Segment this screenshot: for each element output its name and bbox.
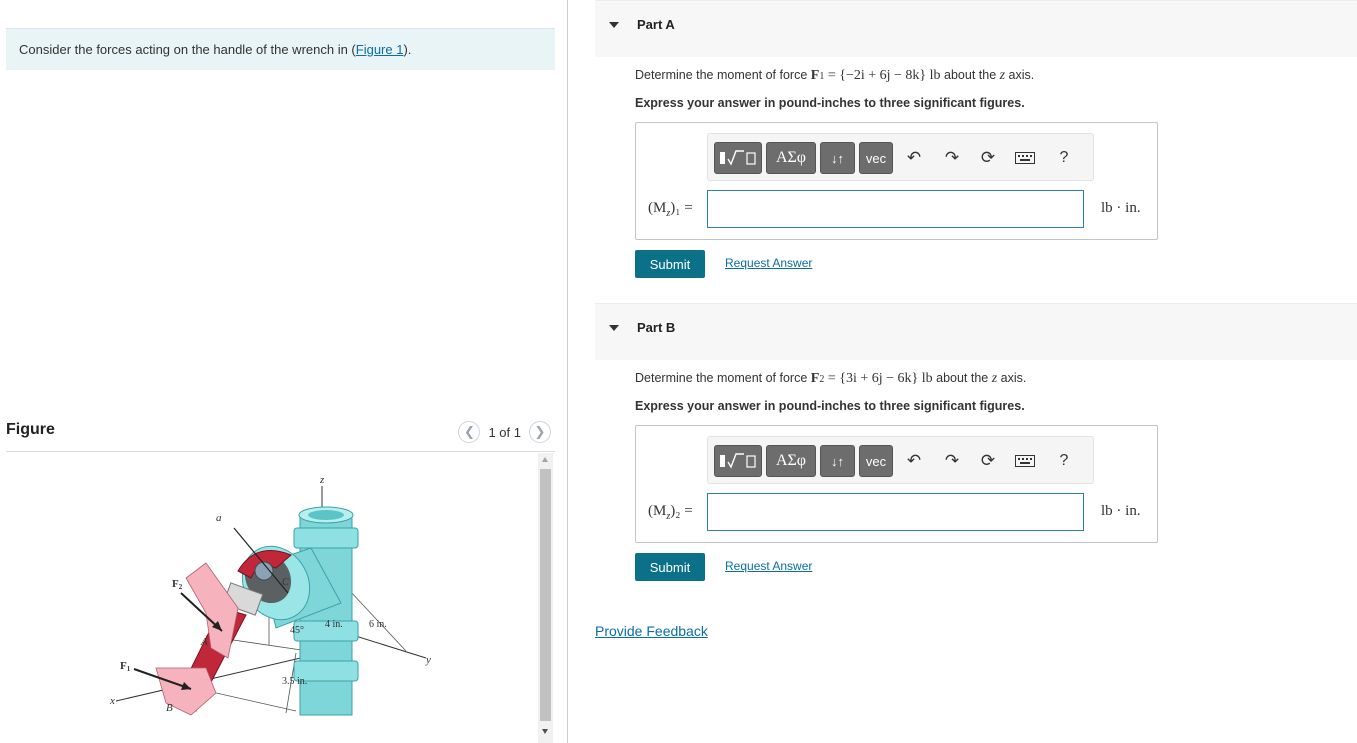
greek-button[interactable]: ΑΣφ [766,445,816,477]
scroll-thumb[interactable] [540,469,551,721]
label-angle: 45° [290,625,304,636]
problem-intro: Consider the forces acting on the handle… [6,28,555,70]
label-A: A [200,636,208,648]
figure-link[interactable]: Figure 1 [356,42,404,57]
part-b-request-answer-link[interactable]: Request Answer [725,559,812,573]
lower-hand [155,667,217,716]
arrows-button[interactable]: ↓↑ [820,142,855,174]
part-b-answer-box: ΑΣφ ↓↑ vec ↶ ↷ ⟳ ? (Mz)₂ = lb · in. [635,425,1158,543]
label-a: a [216,512,222,524]
caret-down-icon[interactable] [609,325,619,331]
part-b-submit-button[interactable]: Submit [635,553,705,581]
label-C: C [282,577,289,588]
fraction-radical-icon[interactable] [714,445,762,477]
pager-text: 1 of 1 [488,424,521,440]
label-35in: 3.5 in. [282,676,307,687]
part-a-unit: lb · in. [1101,200,1141,216]
reset-icon[interactable]: ⟳ [976,449,1000,473]
figure-scrollbar[interactable] [538,453,553,743]
part-b-answer-label: (Mz)₂ = [648,503,693,522]
keyboard-icon[interactable] [1012,146,1038,170]
label-f1: F1 [120,660,131,673]
part-b-title: Part B [637,320,676,335]
label-B: B [166,702,173,714]
part-a-answer-input[interactable] [707,190,1084,228]
part-a-math-toolbar: ΑΣφ ↓↑ vec ↶ ↷ ⟳ ? [707,133,1094,181]
fraction-radical-icon[interactable] [714,142,762,174]
left-pane: Consider the forces acting on the handle… [0,0,568,743]
arrows-button[interactable]: ↓↑ [820,445,855,477]
part-b-math-toolbar: ΑΣφ ↓↑ vec ↶ ↷ ⟳ ? [707,436,1094,484]
figure-header: Figure ❮ 1 of 1 ❯ [6,418,555,452]
label-y: y [425,654,431,666]
greek-button[interactable]: ΑΣφ [766,142,816,174]
provide-feedback-link[interactable]: Provide Feedback [595,623,708,639]
part-b-answer-input[interactable] [707,493,1084,531]
part-b-header[interactable]: Part B [595,303,1357,360]
help-icon[interactable]: ? [1052,146,1076,170]
scroll-down-icon[interactable] [542,729,548,734]
vec-button[interactable]: vec [859,142,893,174]
keyboard-icon[interactable] [1012,449,1038,473]
vec-button[interactable]: vec [859,445,893,477]
label-x: x [109,695,115,707]
intro-text: Consider the forces acting on the handle… [19,42,356,57]
caret-down-icon[interactable] [609,22,619,28]
label-4in: 4 in. [325,619,343,630]
wrench-figure: z a F2 F1 x y A B C 45° 4 in. 6 in. 3.5 … [6,453,536,743]
part-a-header[interactable]: Part A [595,0,1357,57]
part-a-answer-box: ΑΣφ ↓↑ vec ↶ ↷ ⟳ ? (Mz)₁ = lb · in. [635,122,1158,240]
label-z: z [319,474,325,486]
part-b-unit: lb · in. [1101,503,1141,519]
part-a-title: Part A [637,17,675,32]
part-a-answer-label: (Mz)₁ = [648,200,693,219]
upper-hand [185,562,239,659]
figure-title: Figure [6,421,55,438]
chevron-right-icon[interactable]: ❯ [529,421,551,443]
reset-icon[interactable]: ⟳ [976,146,1000,170]
part-b-instruction: Express your answer in pound-inches to t… [635,399,1025,413]
undo-icon[interactable]: ↶ [902,146,926,170]
figure-pager: ❮ 1 of 1 ❯ [458,421,551,443]
help-icon[interactable]: ? [1052,449,1076,473]
part-b-question: Determine the moment of force F2 = {3i +… [635,371,1027,386]
wrench-diagram: z a F2 F1 x y A B C 45° 4 in. 6 in. 3.5 … [109,474,431,716]
part-a-question: Determine the moment of force F1 = {−2i … [635,68,1035,83]
label-f2: F2 [172,578,183,591]
undo-icon[interactable]: ↶ [902,449,926,473]
intro-end: ). [403,42,412,57]
label-6in: 6 in. [369,619,387,630]
scroll-up-icon[interactable] [542,457,548,462]
redo-icon[interactable]: ↷ [940,449,964,473]
part-a-submit-button[interactable]: Submit [635,250,705,278]
redo-icon[interactable]: ↷ [940,146,964,170]
chevron-left-icon[interactable]: ❮ [458,421,481,443]
part-a-instruction: Express your answer in pound-inches to t… [635,96,1025,110]
part-a-request-answer-link[interactable]: Request Answer [725,256,812,270]
